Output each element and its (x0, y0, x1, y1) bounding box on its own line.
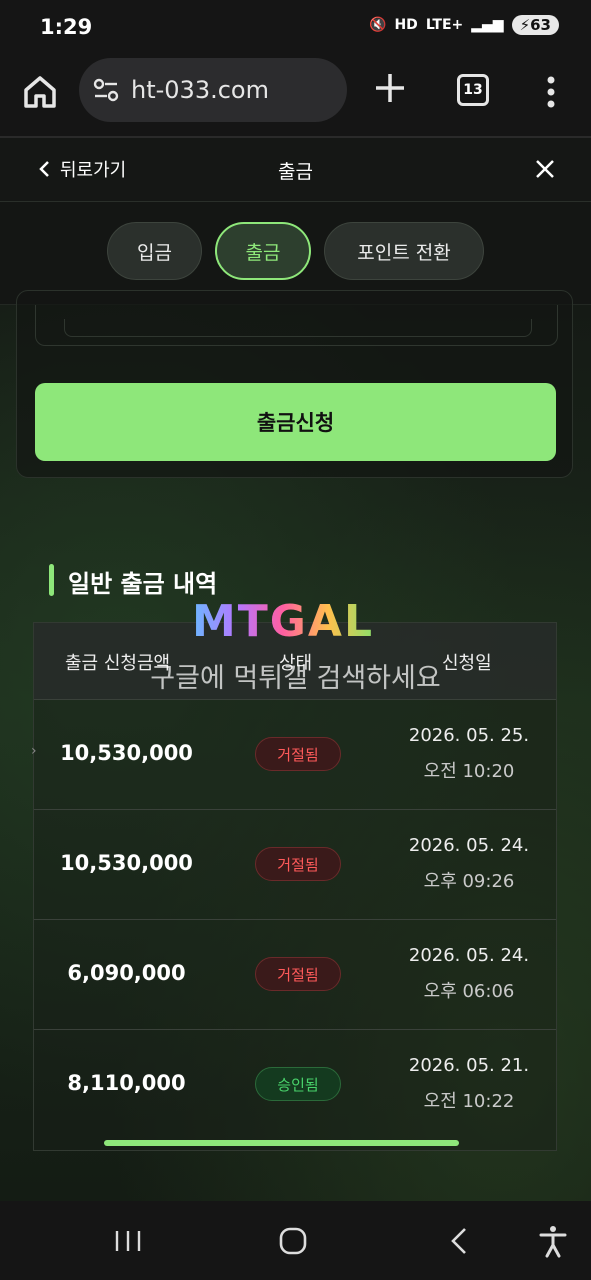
url-text: ht-033.com (131, 76, 269, 104)
address-bar[interactable]: ht-033.com (79, 58, 347, 122)
table-row: 8,110,000 승인됨 2026. 05. 21. 오전 10:22 (34, 1029, 556, 1139)
tab-withdraw[interactable]: 출금 (215, 222, 311, 280)
network-label: LTE+ (425, 17, 464, 33)
site-settings-icon[interactable] (93, 78, 119, 102)
status-icons: 🔇 HD LTE+ ▂▄▆ ⚡63 (369, 15, 559, 35)
horizontal-scrollbar[interactable] (104, 1140, 459, 1146)
status-badge: 거절됨 (255, 957, 341, 991)
table-row: › 10,530,000 거절됨 2026. 05. 25. 오전 10:20 (31, 699, 556, 810)
time-cell: 오후 09:26 (423, 871, 515, 892)
status-bar: 1:29 🔇 HD LTE+ ▂▄▆ ⚡63 (0, 0, 591, 56)
status-time: 1:29 (40, 15, 93, 39)
withdraw-request-button[interactable]: 출금신청 (35, 383, 556, 461)
amount-cell: 10,530,000 (60, 741, 193, 765)
page-title: 출금 (278, 161, 313, 183)
amount-cell: 10,530,000 (60, 851, 193, 875)
new-tab-icon[interactable] (372, 70, 408, 106)
watermark-text: 구글에 먹튀갤 검색하세요 (150, 663, 441, 694)
date-cell: 2026. 05. 21. (408, 1055, 530, 1076)
signal-icon: ▂▄▆ (471, 17, 504, 33)
time-cell: 오전 10:20 (423, 761, 515, 782)
amount-cell: 6,090,000 (67, 961, 186, 985)
hd-icon: HD (394, 17, 418, 33)
home-icon[interactable] (20, 72, 60, 112)
time-cell: 오후 06:06 (423, 981, 515, 1002)
browser-toolbar: ht-033.com 13 (0, 56, 591, 138)
recent-apps-icon[interactable] (110, 1223, 146, 1259)
more-options-icon[interactable] (536, 72, 566, 112)
table-row: 6,090,000 거절됨 2026. 05. 24. 오후 06:06 (34, 919, 556, 1030)
home-nav-icon[interactable] (275, 1223, 311, 1259)
mute-icon: 🔇 (369, 17, 387, 33)
amount-cell: 8,110,000 (67, 1071, 186, 1095)
date-cell: 2026. 05. 24. (408, 835, 530, 856)
withdraw-form: 출금신청 (16, 290, 573, 478)
form-input[interactable] (64, 319, 532, 337)
time-cell: 오전 10:22 (423, 1091, 515, 1112)
tab-point-convert[interactable]: 포인트 전환 (324, 222, 484, 280)
tab-switcher-button[interactable]: 13 (457, 74, 489, 106)
table-row: 10,530,000 거절됨 2026. 05. 24. 오후 09:26 (34, 809, 556, 920)
date-cell: 2026. 05. 24. (408, 945, 530, 966)
system-nav-bar (0, 1201, 591, 1280)
section-accent-bar (49, 564, 54, 596)
form-field-container (35, 305, 558, 346)
section-title: 일반 출금 내역 (68, 570, 218, 598)
watermark-logo: MTGAL (192, 596, 375, 647)
close-icon[interactable] (534, 158, 556, 180)
status-badge: 거절됨 (255, 737, 341, 771)
battery-icon: ⚡63 (511, 15, 559, 35)
accessibility-icon[interactable] (535, 1223, 571, 1259)
battery-level: 63 (530, 16, 551, 34)
status-badge: 승인됨 (255, 1067, 341, 1101)
date-cell: 2026. 05. 25. (408, 725, 530, 746)
tab-deposit[interactable]: 입금 (107, 222, 202, 280)
status-badge: 거절됨 (255, 847, 341, 881)
page-header: 뒤로가기 출금 (0, 138, 591, 202)
back-nav-icon[interactable] (441, 1223, 477, 1259)
withdraw-history-table[interactable]: 출금 신청금액 상태 신청일 › 10,530,000 거절됨 2026. 05… (31, 622, 557, 1151)
